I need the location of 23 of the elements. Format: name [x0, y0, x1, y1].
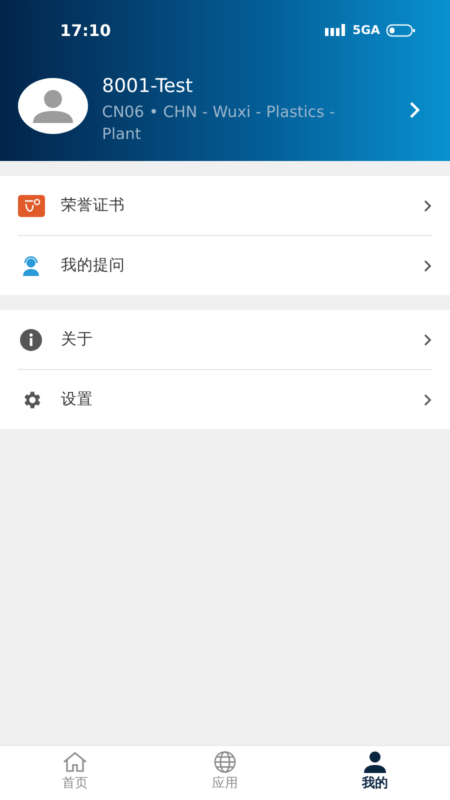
menu-item[interactable]: 关于	[61, 329, 407, 350]
menu-item[interactable]: 荣誉证书	[61, 195, 407, 216]
network-label: 5GA	[352, 23, 380, 37]
person-icon	[362, 751, 388, 773]
chevron-icon	[423, 392, 432, 406]
menu-item[interactable]: 设置	[61, 389, 407, 410]
chevron-icon	[423, 332, 432, 346]
chevron-icon	[423, 198, 432, 212]
tab[interactable]: 我的	[300, 746, 450, 800]
avatar[interactable]	[18, 78, 88, 134]
home-icon	[62, 751, 88, 773]
globe-icon	[212, 751, 238, 773]
status-time: 17:10	[60, 20, 111, 40]
user-details: CN06 • CHN - Wuxi - Plastics - Plant	[102, 102, 336, 145]
chevron-icon	[423, 258, 432, 272]
certificate-icon	[18, 194, 45, 216]
chevron-icon[interactable]	[408, 101, 422, 119]
signal-icon	[324, 24, 346, 36]
tab[interactable]: 应用	[150, 746, 300, 800]
user-name: 8001-Test	[102, 75, 194, 97]
menu-item[interactable]: 我的提问	[61, 255, 407, 276]
battery-icon	[386, 24, 416, 36]
info-icon	[18, 328, 45, 350]
